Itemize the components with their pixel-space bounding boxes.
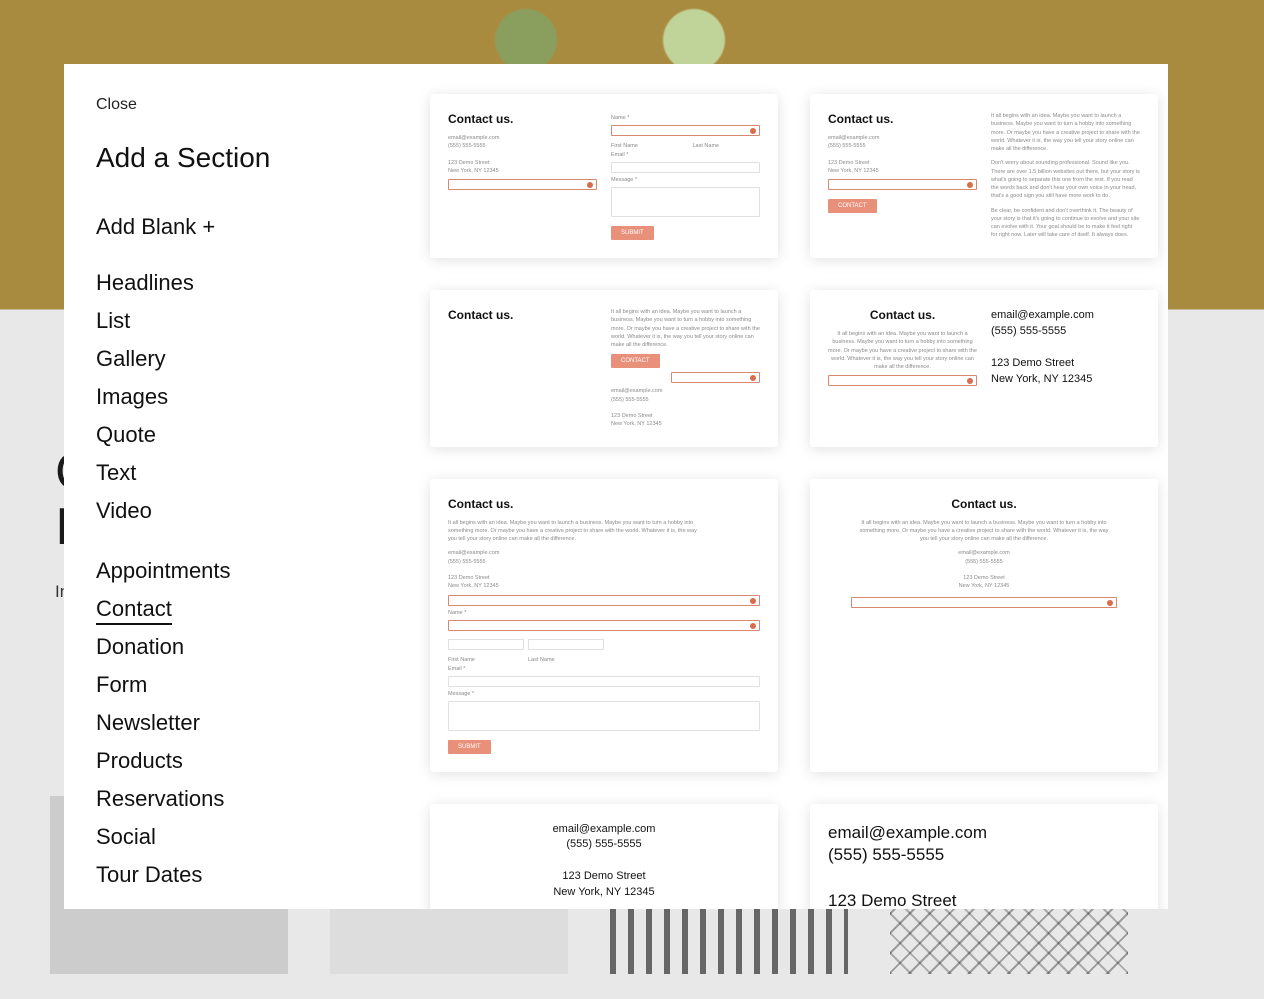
- preview-textarea: [448, 701, 760, 731]
- preview-input: [448, 179, 597, 190]
- preview-heading: Contact us.: [448, 112, 597, 126]
- preview-contact-info: email@example.com (555) 555-5555 123 Dem…: [448, 822, 760, 902]
- preview-paragraph: It all begins with an idea. Maybe you wa…: [828, 330, 977, 371]
- category-images[interactable]: Images: [96, 378, 392, 416]
- category-quote[interactable]: Quote: [96, 416, 392, 454]
- preview-contact-info: email@example.com (555) 555-5555 123 Dem…: [828, 549, 1140, 590]
- preview-contact-button: CONTACT: [828, 199, 877, 213]
- preview-label-first: First Name: [611, 143, 679, 149]
- preview-contact-info: email@example.com (555) 555-5555 123 Dem…: [991, 308, 1140, 388]
- category-video[interactable]: Video: [96, 492, 392, 530]
- preview-paragraph: It all begins with an idea. Maybe you wa…: [859, 519, 1109, 544]
- contact-layout-preview[interactable]: email@example.com (555) 555-5555 123 Dem…: [810, 804, 1158, 910]
- preview-heading: Contact us.: [828, 497, 1140, 511]
- category-headlines[interactable]: Headlines: [96, 264, 392, 302]
- category-contact[interactable]: Contact: [96, 590, 392, 628]
- contact-layout-preview[interactable]: Contact us. It all begins with an idea. …: [810, 290, 1158, 447]
- preview-input: [611, 162, 760, 173]
- category-form[interactable]: Form: [96, 666, 392, 704]
- preview-heading: Contact us.: [828, 308, 977, 322]
- contact-layout-preview[interactable]: Contact us. It all begins with an idea. …: [430, 479, 778, 772]
- preview-input: [448, 620, 760, 631]
- preview-contact-info: email@example.com (555) 555-5555 123 Dem…: [448, 134, 597, 175]
- preview-heading: Contact us.: [448, 497, 760, 511]
- preview-contact-button: CONTACT: [611, 354, 660, 368]
- contact-layout-preview[interactable]: Contact us. email@example.com (555) 555-…: [430, 94, 778, 258]
- preview-label-last: Last Name: [693, 143, 761, 149]
- preview-paragraph: Be clear, be confident and don't overthi…: [991, 207, 1140, 240]
- preview-label-email: Email *: [448, 666, 760, 672]
- preview-input: [671, 372, 760, 383]
- preview-paragraph: It all begins with an idea. Maybe you wa…: [991, 112, 1140, 153]
- preview-input: [828, 375, 977, 386]
- preview-input: [828, 179, 977, 190]
- contact-layout-preview[interactable]: Contact us. It all begins with an idea. …: [810, 479, 1158, 772]
- preview-input: [448, 595, 760, 606]
- preview-submit-button: SUBMIT: [611, 226, 654, 240]
- preview-contact-info: email@example.com (555) 555-5555 123 Dem…: [828, 134, 977, 175]
- category-list[interactable]: Add Blank + Headlines List Gallery Image…: [96, 208, 400, 909]
- modal-sidebar: Close Add a Section Add Blank + Headline…: [64, 64, 400, 909]
- preview-label-message: Message *: [611, 177, 760, 183]
- category-text[interactable]: Text: [96, 454, 392, 492]
- preview-input: [448, 676, 760, 687]
- preview-contact-info: email@example.com (555) 555-5555 123 Dem…: [611, 387, 760, 428]
- preview-input: [611, 125, 760, 136]
- preview-input: [851, 597, 1116, 608]
- close-button[interactable]: Close: [96, 96, 400, 114]
- preview-submit-button: SUBMIT: [448, 740, 491, 754]
- preview-paragraph: It all begins with an idea. Maybe you wa…: [611, 308, 760, 349]
- preview-label-first: First Name: [448, 657, 524, 663]
- category-reservations[interactable]: Reservations: [96, 780, 392, 818]
- category-appointments[interactable]: Appointments: [96, 552, 392, 590]
- preview-heading: Contact us.: [828, 112, 977, 126]
- modal-title: Add a Section: [96, 142, 400, 174]
- category-list[interactable]: List: [96, 302, 392, 340]
- preview-label-message: Message *: [448, 691, 760, 697]
- category-donation[interactable]: Donation: [96, 628, 392, 666]
- preview-label-name: Name *: [448, 610, 760, 616]
- contact-layout-preview[interactable]: Contact us. It all begins with an idea. …: [430, 290, 778, 447]
- preview-label-last: Last Name: [528, 657, 604, 663]
- preview-label-name: Name *: [611, 115, 760, 121]
- preview-paragraph: It all begins with an idea. Maybe you wa…: [448, 519, 698, 544]
- category-products[interactable]: Products: [96, 742, 392, 780]
- preview-label-email: Email *: [611, 152, 760, 158]
- add-section-modal: Close Add a Section Add Blank + Headline…: [64, 64, 1168, 909]
- category-gallery[interactable]: Gallery: [96, 340, 392, 378]
- section-preview-grid[interactable]: Contact us. email@example.com (555) 555-…: [400, 64, 1168, 909]
- category-social[interactable]: Social: [96, 818, 392, 856]
- preview-paragraph: Don't worry about sounding professional.…: [991, 159, 1140, 200]
- preview-heading: Contact us.: [448, 308, 597, 322]
- preview-textarea: [611, 187, 760, 217]
- preview-input: [528, 639, 604, 650]
- category-tour-dates[interactable]: Tour Dates: [96, 856, 392, 894]
- add-blank-button[interactable]: Add Blank +: [96, 208, 392, 246]
- contact-layout-preview[interactable]: email@example.com (555) 555-5555 123 Dem…: [430, 804, 778, 910]
- preview-contact-info: email@example.com (555) 555-5555 123 Dem…: [828, 822, 1140, 910]
- preview-input: [448, 639, 524, 650]
- preview-contact-info: email@example.com (555) 555-5555 123 Dem…: [448, 549, 760, 590]
- contact-layout-preview[interactable]: Contact us. email@example.com (555) 555-…: [810, 94, 1158, 258]
- category-newsletter[interactable]: Newsletter: [96, 704, 392, 742]
